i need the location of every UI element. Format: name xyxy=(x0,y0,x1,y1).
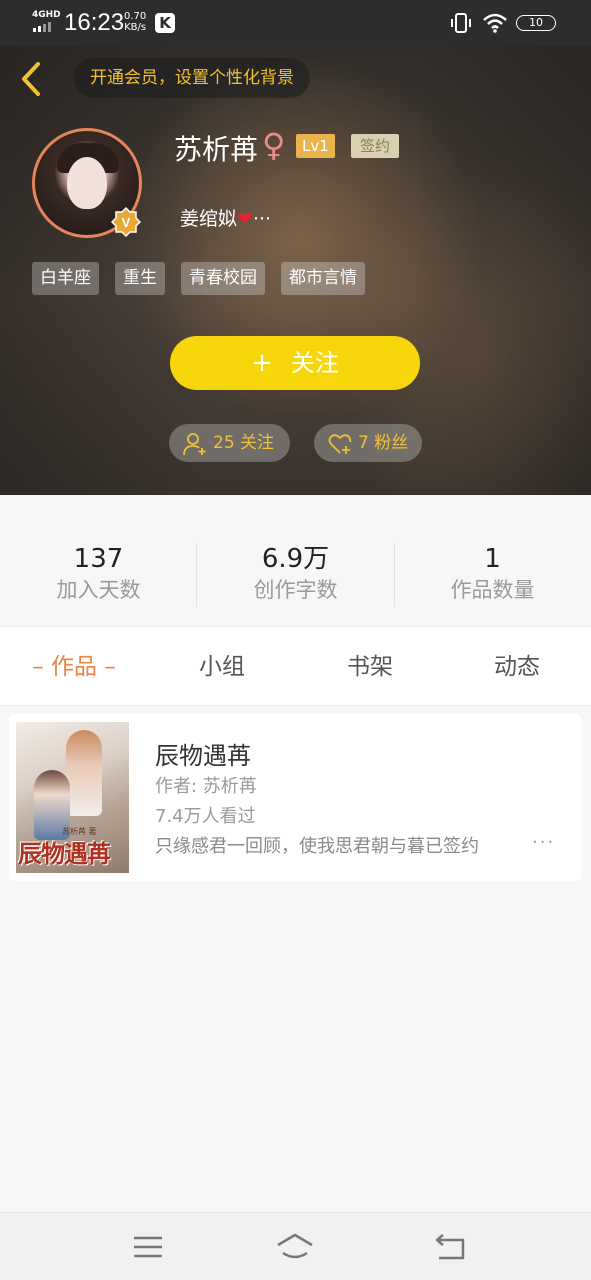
tab-bookshelf[interactable]: 书架 xyxy=(296,627,444,707)
stat-work-count: 1 作品数量 xyxy=(450,544,535,602)
tab-works[interactable]: – 作品 – xyxy=(0,627,148,707)
plus-icon: + xyxy=(251,348,273,378)
network-speed: 0.70 KB/s xyxy=(124,11,147,33)
profile-tabs: – 作品 – 小组 书架 动态 xyxy=(0,626,591,706)
clock: 16:23 xyxy=(64,9,125,36)
work-description: 只缘感君一回顾，使我思君朝与暮已签约 xyxy=(155,836,479,857)
work-card[interactable]: 苏析苒 著 辰物遇苒 辰物遇苒 作者: 苏析苒 7.4万人看过 只缘感君一回顾，… xyxy=(9,714,582,881)
tag-item: 青春校园 xyxy=(181,262,265,295)
vibrate-icon xyxy=(451,13,471,33)
app-notification-icon: K xyxy=(155,13,175,33)
book-cover[interactable]: 苏析苒 著 辰物遇苒 xyxy=(16,722,129,873)
tab-groups[interactable]: 小组 xyxy=(148,627,296,707)
signed-author-badge: 签约 xyxy=(351,134,400,158)
verified-badge-icon: V xyxy=(111,207,141,237)
tag-item: 都市言情 xyxy=(281,262,365,295)
follow-button[interactable]: + 关注 xyxy=(170,336,420,390)
level-badge: Lv1 xyxy=(296,134,335,158)
vip-background-banner[interactable]: 开通会员，设置个性化背景 xyxy=(74,58,310,98)
more-options-icon[interactable]: ··· xyxy=(532,832,555,853)
user-bio[interactable]: 姜绾姒❤··· xyxy=(180,204,271,231)
work-author: 作者: 苏析苒 xyxy=(155,776,257,797)
fans-count-button[interactable]: 7 粉丝 xyxy=(314,424,422,462)
back-nav-icon[interactable] xyxy=(431,1231,471,1263)
stat-join-days: 137 加入天数 xyxy=(56,544,141,602)
svg-text:V: V xyxy=(122,215,131,230)
battery-indicator: 10 xyxy=(516,15,556,31)
female-gender-icon: ♀ xyxy=(262,126,286,164)
tag-item: 白羊座 xyxy=(32,262,99,295)
following-count-button[interactable]: 25 关注 xyxy=(169,424,290,462)
user-name: 苏析苒 xyxy=(174,133,259,166)
profile-tags: 白羊座 重生 青春校园 都市言情 xyxy=(32,262,365,295)
heart-icon: ❤ xyxy=(237,208,253,230)
heart-add-icon xyxy=(328,434,352,454)
tab-activity[interactable]: 动态 xyxy=(443,627,591,707)
back-arrow-icon[interactable] xyxy=(14,58,50,100)
user-add-icon xyxy=(183,433,206,456)
signal-icon xyxy=(33,22,57,32)
menu-icon[interactable] xyxy=(128,1231,168,1263)
tag-item: 重生 xyxy=(115,262,165,295)
home-icon[interactable] xyxy=(275,1231,315,1263)
work-views: 7.4万人看过 xyxy=(155,806,256,827)
wifi-icon xyxy=(483,13,507,33)
profile-stats: 137 加入天数 6.9万 创作字数 1 作品数量 xyxy=(0,495,591,625)
network-type: 4GHD xyxy=(32,10,61,20)
work-title[interactable]: 辰物遇苒 xyxy=(155,736,251,771)
status-bar: 4GHD 16:23 0.70 KB/s K 10 xyxy=(0,0,591,46)
stat-word-count: 6.9万 创作字数 xyxy=(253,544,338,602)
system-navigation-bar xyxy=(0,1212,591,1280)
